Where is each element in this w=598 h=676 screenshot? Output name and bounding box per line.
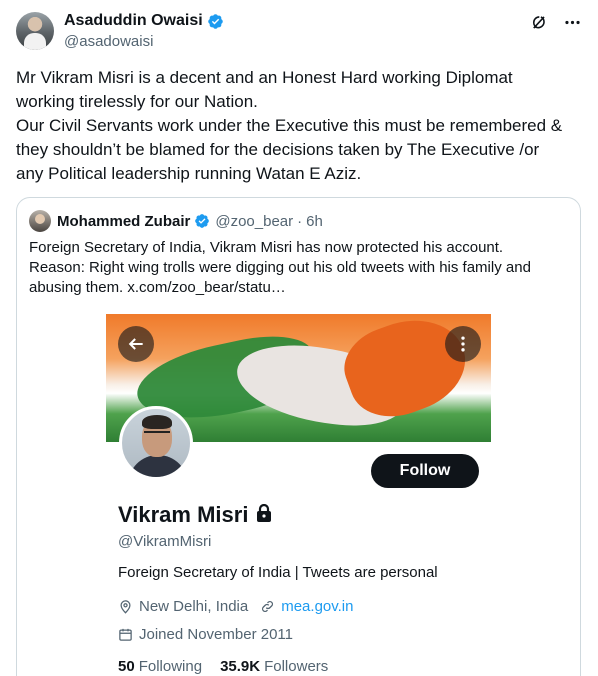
followers-stat: 35.9K Followers bbox=[220, 658, 328, 675]
quoted-tweet-text: Foreign Secretary of India, Vikram Misri… bbox=[29, 238, 569, 298]
profile-screenshot-image[interactable]: Follow Vikram Misri @VikramMisri Foreign… bbox=[17, 308, 580, 676]
tweet-header: Asaduddin Owaisi @asadowaisi bbox=[16, 10, 582, 56]
author-name[interactable]: Asaduddin Owaisi bbox=[64, 12, 203, 30]
lock-icon bbox=[256, 503, 272, 527]
profile-location: New Delhi, India bbox=[139, 598, 249, 615]
followers-label: Followers bbox=[264, 658, 329, 675]
tweet-text-line: any Political leadership running Watan E… bbox=[16, 164, 362, 183]
profile-name: Vikram Misri bbox=[118, 502, 249, 527]
quoted-author-name[interactable]: Mohammed Zubair bbox=[57, 213, 190, 230]
author-name-row: Asaduddin Owaisi bbox=[64, 12, 224, 30]
tweet: Asaduddin Owaisi @asadowaisi Mr Vikram M… bbox=[0, 0, 598, 676]
author-avatar[interactable] bbox=[16, 12, 54, 50]
quoted-text-line: Reason: Right wing trolls were digging o… bbox=[29, 259, 531, 276]
profile-website: mea.gov.in bbox=[281, 598, 354, 615]
profile-stats: 50 Following 35.9K Followers bbox=[118, 658, 328, 675]
following-count: 50 bbox=[118, 658, 135, 675]
profile-joined-row: Joined November 2011 bbox=[118, 626, 293, 643]
profile-joined: Joined November 2011 bbox=[139, 626, 293, 643]
header-actions bbox=[528, 12, 582, 32]
quoted-tweet[interactable]: Mohammed Zubair @zoo_bear · 6h Foreign S… bbox=[16, 197, 581, 676]
profile-name-row: Vikram Misri bbox=[118, 502, 272, 528]
profile-meta-row: New Delhi, India mea.gov.in bbox=[118, 598, 353, 615]
quoted-text-line: abusing them. x.com/zoo_bear/statu… bbox=[29, 279, 286, 296]
tweet-text: Mr Vikram Misri is a decent and an Hones… bbox=[16, 66, 582, 186]
profile-avatar bbox=[119, 406, 193, 480]
quoted-author-avatar[interactable] bbox=[29, 210, 51, 232]
grok-icon[interactable] bbox=[528, 12, 548, 32]
link-icon bbox=[260, 599, 275, 614]
following-label: Following bbox=[138, 658, 203, 675]
author-handle[interactable]: @asadowaisi bbox=[64, 33, 153, 50]
quoted-timestamp[interactable]: 6h bbox=[306, 213, 323, 230]
quoted-tweet-header: Mohammed Zubair @zoo_bear · 6h bbox=[29, 210, 323, 232]
tweet-text-line: they shouldn’t be blamed for the decisio… bbox=[16, 140, 540, 159]
profile-bio: Foreign Secretary of India | Tweets are … bbox=[118, 564, 438, 581]
following-stat: 50 Following bbox=[118, 658, 202, 675]
quoted-text-line: Foreign Secretary of India, Vikram Misri… bbox=[29, 239, 504, 256]
tweet-text-line: Our Civil Servants work under the Execut… bbox=[16, 116, 563, 135]
calendar-icon bbox=[118, 627, 133, 642]
tweet-text-line: working tirelessly for our Nation. bbox=[16, 92, 258, 111]
verified-badge-icon bbox=[207, 13, 224, 30]
more-options-icon[interactable] bbox=[562, 12, 582, 32]
verified-badge-icon bbox=[194, 213, 211, 230]
location-pin-icon bbox=[118, 599, 133, 614]
quoted-author-handle[interactable]: @zoo_bear bbox=[215, 213, 293, 230]
more-vertical-icon bbox=[445, 326, 481, 362]
tweet-text-line: Mr Vikram Misri is a decent and an Hones… bbox=[16, 68, 513, 87]
profile-handle: @VikramMisri bbox=[118, 533, 212, 550]
follow-button: Follow bbox=[371, 454, 479, 488]
followers-count: 35.9K bbox=[220, 658, 261, 675]
separator-dot: · bbox=[297, 212, 303, 230]
back-arrow-icon bbox=[118, 326, 154, 362]
